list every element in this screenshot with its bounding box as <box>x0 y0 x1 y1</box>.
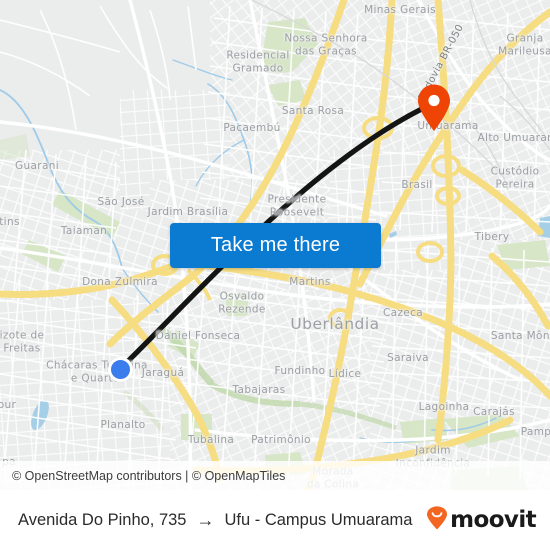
moovit-wordmark: moovit <box>450 506 536 533</box>
moovit-logo[interactable]: moovit <box>426 505 537 535</box>
origin-marker-icon <box>108 357 133 382</box>
route-footer-bar: Avenida Do Pinho, 735 → Ufu - Campus Umu… <box>0 490 550 550</box>
arrow-right-icon: → <box>196 510 215 530</box>
route-destination-label: Ufu - Campus Umuarama <box>224 510 413 529</box>
route-origin-label: Avenida Do Pinho, 735 <box>18 510 187 529</box>
route-summary: Avenida Do Pinho, 735 → Ufu - Campus Umu… <box>18 511 412 530</box>
map-canvas[interactable]: Minas Gerais Residencial Gramado Nossa Sen… <box>0 0 550 490</box>
moovit-route-map-screen: Minas Gerais Residencial Gramado Nossa Sen… <box>0 0 550 550</box>
take-me-there-button[interactable]: Take me there <box>170 223 381 268</box>
moovit-pin-icon <box>426 505 448 535</box>
